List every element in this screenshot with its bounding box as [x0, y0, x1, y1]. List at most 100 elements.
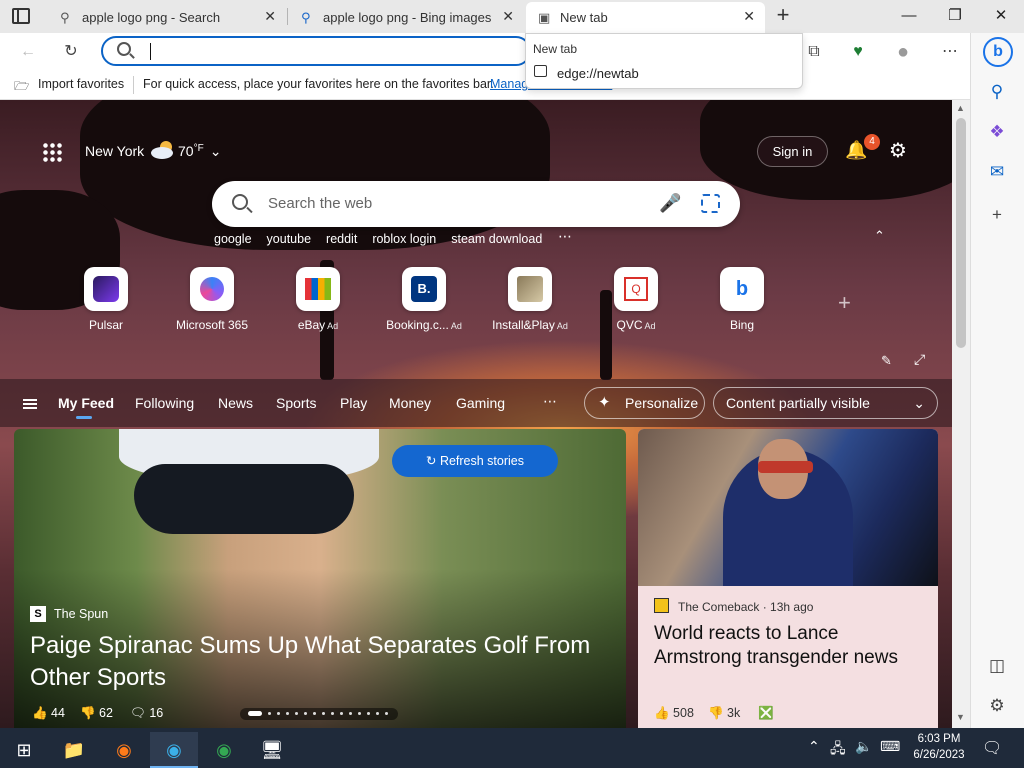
refresh-button[interactable]: ↻ — [57, 38, 85, 66]
carousel-dot[interactable] — [367, 712, 370, 715]
tab-new-tab[interactable]: ▣ New tab ✕ — [526, 2, 765, 33]
back-button[interactable]: ← — [14, 38, 42, 66]
chevron-up-icon[interactable]: ⌃ — [874, 228, 885, 244]
tab-apple-logo-images[interactable]: ⚲ apple logo png - Bing images ✕ — [289, 2, 524, 33]
personalize-button[interactable]: ✦ Personalize — [584, 387, 705, 419]
carousel-indicator[interactable] — [240, 708, 398, 720]
web-search-box[interactable]: Search the web 🎤 — [212, 181, 740, 227]
content-visibility-dropdown[interactable]: Content partially visible ⌄ — [713, 387, 938, 419]
tab-apple-logo-search[interactable]: ⚲ apple logo png - Search ✕ — [48, 2, 286, 33]
dislike-button[interactable]: 👎 62 — [80, 706, 113, 721]
feed-tab-gaming[interactable]: Gaming — [456, 395, 505, 411]
feed-tab-money[interactable]: Money — [389, 395, 431, 411]
carousel-dot[interactable] — [277, 712, 280, 715]
quick-link-pulsar[interactable]: Pulsar — [61, 267, 151, 332]
scroll-down-icon[interactable]: ▼ — [956, 712, 965, 722]
feed-tab-following[interactable]: Following — [135, 395, 194, 411]
feed-tab-sports[interactable]: Sports — [276, 395, 316, 411]
trending-item[interactable]: reddit — [326, 232, 357, 246]
chrome-icon[interactable]: ◉ — [200, 732, 248, 768]
like-button[interactable]: 👍 44 — [32, 706, 65, 721]
carousel-dot[interactable] — [286, 712, 289, 715]
copilot-icon[interactable]: ❖ — [985, 120, 1009, 144]
carousel-dot[interactable] — [322, 712, 325, 715]
extensions-icon[interactable]: ♥ — [844, 38, 872, 66]
carousel-dot[interactable] — [295, 712, 298, 715]
quick-link-bing[interactable]: b Bing — [697, 267, 787, 332]
feed-tab-news[interactable]: News — [218, 395, 253, 411]
start-button[interactable]: ⊞ — [0, 732, 48, 768]
address-bar[interactable] — [101, 36, 531, 66]
carousel-dot[interactable] — [358, 712, 361, 715]
trending-item[interactable]: google — [214, 232, 252, 246]
weather-city[interactable]: New York — [85, 143, 144, 159]
tab-actions-icon[interactable] — [12, 8, 30, 24]
page-scrollbar[interactable]: ▲ ▼ — [952, 100, 970, 728]
app-launcher-icon[interactable] — [42, 142, 62, 162]
volume-icon[interactable]: 🔈 — [855, 738, 872, 755]
hide-story-icon[interactable]: ❎ — [758, 706, 774, 721]
remote-desktop-icon[interactable]: 🖥 — [248, 732, 296, 768]
quick-link-qvc[interactable]: Q QVC Ad — [591, 267, 681, 332]
edit-background-icon[interactable]: ✎ — [881, 353, 892, 369]
side-story-card[interactable]: The Comeback · 13h ago World reacts to L… — [638, 429, 938, 728]
taskbar-clock[interactable]: 6:03 PM 6/26/2023 — [906, 731, 972, 763]
gear-icon[interactable]: ⚙ — [985, 694, 1009, 718]
microphone-icon[interactable]: 🎤 — [659, 193, 681, 214]
carousel-dot[interactable] — [331, 712, 334, 715]
minimize-button[interactable]: — — [886, 3, 932, 29]
outlook-icon[interactable]: ✉ — [985, 160, 1009, 184]
gear-icon[interactable]: ⚙ — [889, 138, 907, 163]
quick-link-ebay[interactable]: eBay Ad — [273, 267, 363, 332]
trending-item[interactable]: roblox login — [372, 232, 436, 246]
bing-chat-button[interactable]: b — [983, 37, 1013, 67]
collections-icon[interactable]: ⧉ — [800, 38, 828, 66]
carousel-dot[interactable] — [376, 712, 379, 715]
carousel-dot[interactable] — [385, 712, 388, 715]
search-icon[interactable]: ⚲ — [985, 80, 1009, 104]
more-icon[interactable]: ⋯ — [543, 393, 557, 410]
sidebar-toggle-icon[interactable]: ◫ — [985, 654, 1009, 678]
carousel-dot[interactable] — [313, 712, 316, 715]
refresh-stories-button[interactable]: ↻ Refresh stories — [392, 445, 558, 477]
carousel-dot[interactable] — [349, 712, 352, 715]
carousel-dot[interactable] — [340, 712, 343, 715]
more-trending-icon[interactable]: ⋯ — [558, 228, 573, 245]
notification-center-icon[interactable]: 🗨 — [982, 738, 1002, 758]
close-tab-icon[interactable]: ✕ — [264, 8, 276, 25]
edge-icon[interactable]: ◉ — [150, 732, 198, 768]
story-title[interactable]: Paige Spiranac Sums Up What Separates Go… — [30, 630, 610, 694]
scrollbar-thumb[interactable] — [956, 118, 966, 348]
like-button[interactable]: 👍 508 — [654, 706, 694, 721]
close-tab-icon[interactable]: ✕ — [502, 8, 514, 25]
quick-link-microsoft-365[interactable]: Microsoft 365 — [167, 267, 257, 332]
trending-item[interactable]: youtube — [267, 232, 311, 246]
carousel-dot[interactable] — [268, 712, 271, 715]
close-window-button[interactable]: ✕ — [978, 3, 1024, 29]
chevron-up-icon[interactable]: ⌃ — [808, 738, 820, 755]
network-icon[interactable]: 🖧 — [830, 738, 846, 762]
add-icon[interactable]: + — [985, 203, 1009, 227]
restore-button[interactable]: ❐ — [932, 3, 978, 29]
close-tab-icon[interactable]: ✕ — [743, 8, 755, 25]
sign-in-button[interactable]: Sign in — [757, 136, 828, 167]
quick-link-install-play[interactable]: Install&Play Ad — [485, 267, 575, 332]
expand-icon[interactable]: ⤢ — [914, 351, 925, 368]
story-title[interactable]: World reacts to Lance Armstrong transgen… — [654, 622, 929, 670]
firefox-icon[interactable]: ◉ — [100, 732, 148, 768]
main-story-card[interactable]: ↻ Refresh stories S The Spun Paige Spira… — [14, 429, 626, 728]
dislike-button[interactable]: 👎 3k — [708, 706, 740, 721]
profile-avatar[interactable]: ● — [889, 38, 917, 66]
keyboard-icon[interactable]: ⌨ — [880, 738, 900, 755]
add-shortcut-icon[interactable]: + — [838, 290, 851, 316]
comment-button[interactable]: 🗨 16 — [130, 706, 163, 721]
feed-tab-my-feed[interactable]: My Feed — [58, 395, 114, 419]
scroll-up-icon[interactable]: ▲ — [956, 103, 965, 113]
feed-tab-play[interactable]: Play — [340, 395, 367, 411]
carousel-dot[interactable] — [304, 712, 307, 715]
settings-more-icon[interactable]: ⋯ — [936, 38, 964, 66]
new-tab-button[interactable]: + — [772, 4, 794, 26]
quick-link-booking[interactable]: B. Booking.c... Ad — [379, 267, 469, 332]
weather-temp[interactable]: 70°F ⌄ — [178, 143, 221, 160]
trending-item[interactable]: steam download — [451, 232, 542, 246]
